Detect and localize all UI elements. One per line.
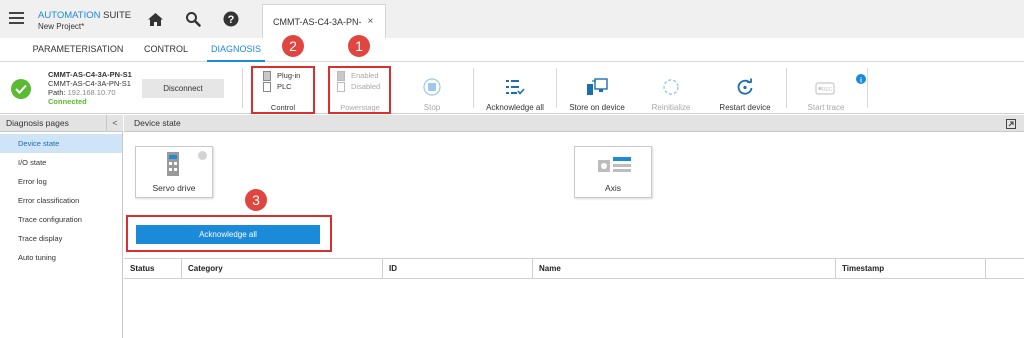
stop-icon	[423, 76, 441, 98]
control-plc-label: PLC	[277, 82, 292, 91]
axis-label: Axis	[604, 183, 622, 193]
device-model: CMMT-AS-C4-3A-PN-S1	[48, 79, 131, 88]
powerstage-enabled-label: Enabled	[351, 71, 379, 80]
powerstage-toggle-icon	[337, 81, 345, 92]
toolbar-divider	[556, 68, 557, 108]
start-trace-label: Start trace	[807, 103, 845, 112]
toolbar-divider	[786, 68, 787, 108]
servo-drive-card[interactable]: Servo drive	[135, 146, 213, 198]
document-tab[interactable]: CMMT-AS-C4-3A-PN- ×	[262, 4, 386, 38]
nav-item-device-state[interactable]: Device state	[0, 134, 122, 153]
nav-item-auto-tuning[interactable]: Auto tuning	[0, 248, 122, 267]
powerstage-disabled-label: Disabled	[351, 82, 381, 91]
axis-card[interactable]: Axis	[574, 146, 652, 198]
control-label: Control	[270, 103, 296, 112]
acknowledge-all-button[interactable]: Acknowledge all	[136, 225, 320, 244]
info-icon: i	[856, 74, 866, 84]
reinitialize-label: Reinitialize	[651, 103, 691, 112]
device-path: Path: 192.168.10.70	[48, 88, 116, 97]
powerstage-group[interactable]: Enabled Disabled Powerstage	[331, 68, 389, 112]
stop-label: Stop	[423, 103, 441, 112]
tab-control[interactable]: CONTROL	[138, 38, 194, 62]
annotation-badge-1: 1	[348, 35, 370, 57]
svg-text:i: i	[860, 77, 862, 84]
connected-check-icon	[11, 79, 31, 99]
diagnosis-pages-panel: Diagnosis pages < Device state I/O state…	[0, 115, 123, 338]
connection-status: Connected	[48, 97, 87, 106]
stop-button[interactable]: Stop	[410, 68, 454, 112]
project-name: New Project*	[38, 22, 85, 31]
column-category[interactable]: Category	[182, 259, 383, 279]
nav-item-error-log[interactable]: Error log	[0, 172, 122, 191]
search-icon[interactable]	[181, 8, 205, 30]
powerstage-toggle-icon	[337, 70, 345, 81]
nav-item-trace-configuration[interactable]: Trace configuration	[0, 210, 122, 229]
store-device-icon	[586, 76, 608, 98]
control-toggle-icon	[263, 70, 271, 81]
maximize-icon[interactable]	[1006, 118, 1016, 129]
document-tab-label: CMMT-AS-C4-3A-PN-	[273, 16, 362, 27]
title-bar: AUTOMATION SUITE New Project* ? CMMT-AS-…	[0, 0, 1024, 38]
store-on-device-button[interactable]: Store on device	[563, 68, 631, 112]
disconnect-button[interactable]: Disconnect	[142, 79, 224, 98]
servo-drive-label: Servo drive	[152, 183, 196, 193]
restart-device-label: Restart device	[719, 103, 771, 112]
servo-drive-icon	[167, 152, 179, 176]
control-plugin-label: Plug-in	[277, 71, 301, 80]
store-on-device-label: Store on device	[569, 103, 625, 112]
diagnosis-pages-header: Diagnosis pages <	[0, 115, 123, 132]
home-icon[interactable]	[143, 8, 167, 30]
annotation-badge-3: 3	[245, 189, 267, 211]
nav-tabs: PARAMETERISATION CONTROL DIAGNOSIS	[0, 38, 1024, 62]
reinitialize-button[interactable]: Reinitialize	[640, 68, 702, 112]
acknowledge-all-toolbar-button[interactable]: Acknowledge all	[480, 68, 550, 112]
status-dot	[198, 151, 207, 160]
reinitialize-icon	[662, 76, 680, 98]
page-title: Device state	[134, 118, 181, 128]
diagnosis-pages-title: Diagnosis pages	[6, 118, 69, 128]
control-toggle-icon	[263, 81, 271, 92]
nav-item-trace-display[interactable]: Trace display	[0, 229, 122, 248]
close-icon[interactable]: ×	[368, 16, 374, 27]
device-state-header: Device state	[124, 115, 1024, 132]
toolbar-divider	[473, 68, 474, 108]
start-trace-button[interactable]: REC i Start trace	[796, 68, 866, 112]
svg-text:REC: REC	[822, 87, 833, 93]
svg-text:?: ?	[228, 14, 235, 26]
diagnosis-table-header: Status Category ID Name Timestamp	[124, 258, 1024, 279]
control-group[interactable]: Plug-in PLC Control	[255, 68, 311, 112]
acknowledge-all-label: Acknowledge all	[486, 103, 544, 112]
rec-icon: REC i	[812, 74, 866, 98]
app-title: AUTOMATION SUITE	[38, 10, 132, 21]
checklist-icon	[505, 76, 525, 98]
toolbar: CMMT-AS-C4-3A-PN-S1 CMMT-AS-C4-3A-PN-S1 …	[0, 35, 1024, 114]
column-timestamp[interactable]: Timestamp	[836, 259, 986, 279]
toolbar-divider	[867, 68, 868, 108]
nav-item-error-classification[interactable]: Error classification	[0, 191, 122, 210]
tab-parameterisation[interactable]: PARAMETERISATION	[30, 38, 126, 62]
column-id[interactable]: ID	[383, 259, 533, 279]
device-name: CMMT-AS-C4-3A-PN-S1	[48, 70, 132, 79]
powerstage-label: Powerstage	[340, 103, 380, 112]
column-name[interactable]: Name	[533, 259, 836, 279]
axis-icon	[598, 157, 631, 172]
restart-device-button[interactable]: Restart device	[712, 68, 778, 112]
menu-icon[interactable]	[9, 12, 24, 24]
restart-icon	[736, 76, 754, 98]
toolbar-divider	[242, 68, 243, 108]
column-status[interactable]: Status	[124, 259, 182, 279]
nav-item-io-state[interactable]: I/O state	[0, 153, 122, 172]
collapse-chevron-icon[interactable]: <	[106, 115, 123, 131]
help-icon[interactable]: ?	[219, 8, 243, 30]
annotation-badge-2: 2	[282, 35, 304, 57]
tab-diagnosis[interactable]: DIAGNOSIS	[207, 38, 265, 62]
